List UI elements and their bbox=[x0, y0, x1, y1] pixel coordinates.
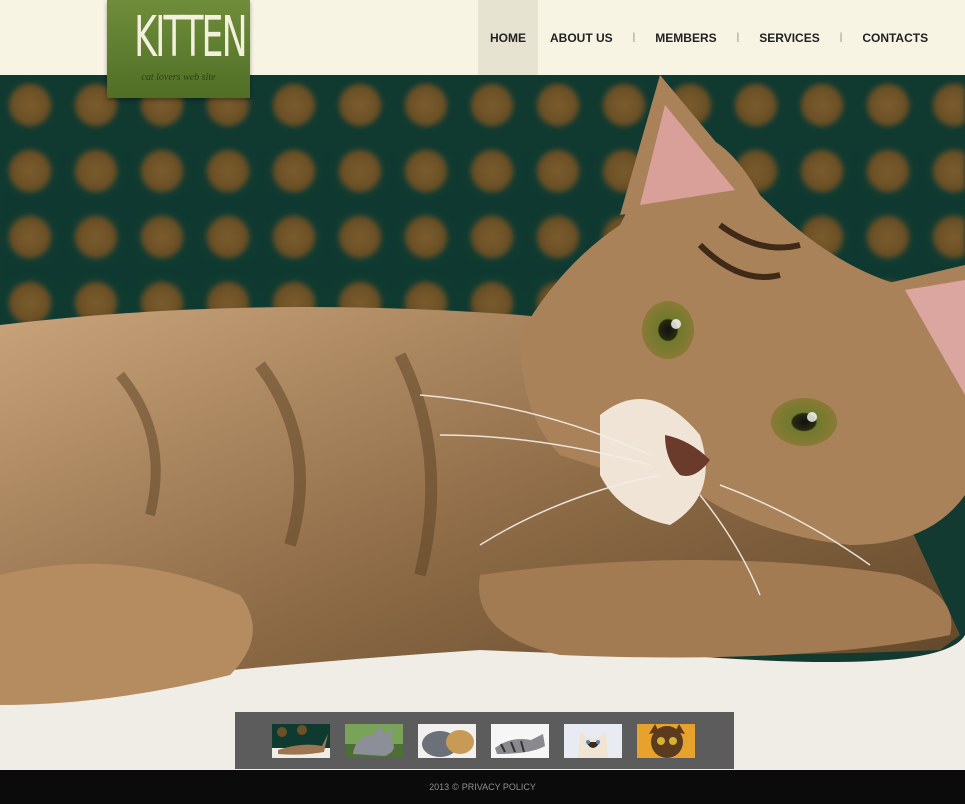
site-header: KITTEN cat lovers web site HOME ABOUT US… bbox=[0, 0, 965, 98]
nav-separator: | bbox=[632, 32, 636, 43]
nav-separator: | bbox=[736, 32, 740, 43]
thumbnail-5[interactable] bbox=[564, 723, 622, 758]
nav-services[interactable]: SERVICES bbox=[747, 0, 831, 75]
logo-tagline: cat lovers web site bbox=[141, 72, 216, 83]
copyright-symbol: © bbox=[452, 782, 459, 792]
hero-kitten-image bbox=[0, 75, 965, 770]
thumbnail-2[interactable] bbox=[345, 723, 403, 758]
thumbnail-1[interactable] bbox=[272, 723, 330, 758]
thumbnail-6[interactable] bbox=[637, 723, 695, 758]
kitten-illustration bbox=[0, 75, 965, 770]
logo[interactable]: KITTEN cat lovers web site bbox=[107, 0, 250, 98]
site-footer: 2013 © PRIVACY POLICY bbox=[0, 770, 965, 804]
nav-contacts[interactable]: CONTACTS bbox=[850, 0, 940, 75]
nav-members[interactable]: MEMBERS bbox=[643, 0, 728, 75]
footer-year: 2013 bbox=[429, 782, 450, 792]
main-nav: HOME ABOUT US | MEMBERS | SERVICES | CON… bbox=[478, 0, 940, 75]
nav-separator: | bbox=[839, 32, 843, 43]
nav-home[interactable]: HOME bbox=[478, 0, 538, 75]
thumbnail-gallery bbox=[235, 712, 734, 769]
logo-title: KITTEN bbox=[134, 5, 247, 70]
thumbnail-3[interactable] bbox=[418, 723, 476, 758]
nav-about-us[interactable]: ABOUT US bbox=[538, 0, 625, 75]
thumbnail-4[interactable] bbox=[491, 723, 549, 758]
privacy-policy-link[interactable]: PRIVACY POLICY bbox=[462, 782, 536, 792]
